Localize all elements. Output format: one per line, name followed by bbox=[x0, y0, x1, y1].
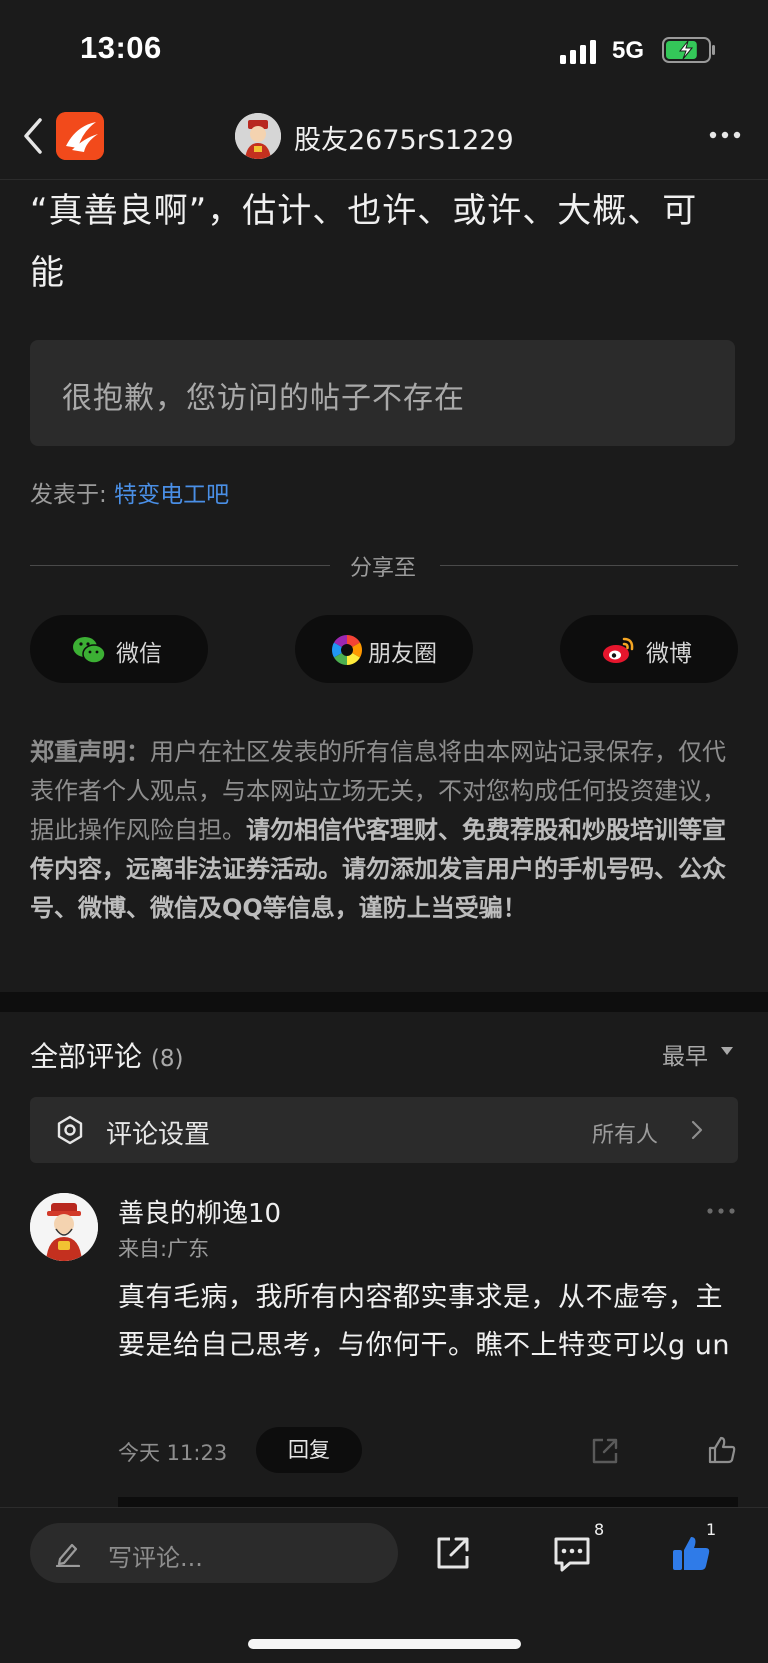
share-to-label: 分享至 bbox=[350, 556, 417, 581]
back-chevron-icon[interactable] bbox=[18, 114, 48, 158]
sub-reply-block bbox=[118, 1497, 738, 1507]
share-weibo-label: 微博 bbox=[646, 641, 692, 667]
share-weibo-button[interactable]: 微博 bbox=[560, 615, 738, 683]
section-divider bbox=[0, 992, 768, 1012]
comment-more-icon[interactable] bbox=[706, 1207, 736, 1215]
commenter-location: 来自:广东 bbox=[118, 1237, 210, 1261]
wechat-icon bbox=[73, 637, 106, 664]
commenter-avatar[interactable] bbox=[30, 1193, 98, 1261]
share-icon[interactable] bbox=[434, 1534, 472, 1572]
share-moments-button[interactable]: 朋友圈 bbox=[295, 615, 473, 683]
share-wechat-button[interactable]: 微信 bbox=[30, 615, 208, 683]
comment-settings-label: 评论设置 bbox=[106, 1120, 211, 1150]
network-type: 5G bbox=[612, 37, 645, 64]
disclaimer: 郑重声明：用户在社区发表的所有信息将由本网站记录保存，仅代表作者个人观点，与本网… bbox=[30, 733, 740, 928]
comments-icon[interactable] bbox=[552, 1535, 592, 1573]
comment-time: 今天 11:23 bbox=[118, 1441, 228, 1465]
comments-count-badge: 8 bbox=[594, 1520, 605, 1539]
more-options-icon[interactable] bbox=[708, 130, 742, 140]
share-wechat-label: 微信 bbox=[116, 641, 162, 667]
caishen-avatar-icon bbox=[235, 113, 281, 159]
nav-bar: 股友2675rS1229 bbox=[0, 100, 768, 180]
post-body-text: “真善良啊”，估计、也许、或许、大概、可能 bbox=[30, 191, 698, 293]
bottom-action-bar: 写评论... 8 1 bbox=[0, 1507, 768, 1663]
nav-title: 股友2675rS1229 bbox=[294, 125, 514, 156]
signal-icon bbox=[560, 40, 596, 64]
caret-down-icon[interactable] bbox=[721, 1047, 733, 1055]
comment-settings-row[interactable]: 评论设置 所有人 bbox=[30, 1097, 738, 1163]
author-avatar[interactable] bbox=[235, 113, 281, 159]
quoted-post-not-found[interactable]: 很抱歉，您访问的帖子不存在 bbox=[30, 340, 735, 446]
home-indicator bbox=[248, 1639, 521, 1649]
thumbs-up-icon[interactable] bbox=[706, 1434, 738, 1466]
write-comment-placeholder: 写评论... bbox=[108, 1544, 203, 1572]
disclaimer-title: 郑重声明： bbox=[30, 738, 150, 766]
moments-icon bbox=[331, 635, 363, 665]
not-found-message: 很抱歉，您访问的帖子不存在 bbox=[62, 381, 465, 416]
status-time: 13:06 bbox=[80, 30, 162, 65]
stock-bar-link[interactable]: 特变电工吧 bbox=[114, 482, 229, 508]
likes-count-badge: 1 bbox=[706, 1520, 717, 1539]
caishen-avatar-icon bbox=[30, 1193, 98, 1261]
share-moments-label: 朋友圈 bbox=[368, 641, 437, 667]
reply-button[interactable]: 回复 bbox=[256, 1427, 362, 1473]
posted-in: 发表于: 特变电工吧 bbox=[30, 475, 229, 509]
sort-dropdown[interactable]: 最早 bbox=[662, 1037, 708, 1071]
battery-icon bbox=[662, 37, 715, 63]
comments-title: 全部评论 bbox=[30, 1040, 143, 1073]
share-icon[interactable] bbox=[590, 1436, 620, 1466]
write-comment-input[interactable]: 写评论... bbox=[30, 1523, 398, 1583]
pen-icon bbox=[55, 1543, 81, 1567]
comment-settings-value: 所有人 bbox=[592, 1123, 659, 1148]
divider bbox=[30, 565, 330, 566]
divider bbox=[440, 565, 738, 566]
comments-count: (8) bbox=[150, 1046, 184, 1072]
posted-in-label: 发表于: bbox=[30, 482, 115, 508]
status-bar: 13:06 5G bbox=[0, 0, 768, 100]
app-logo-icon[interactable] bbox=[56, 112, 104, 160]
gear-icon bbox=[57, 1115, 83, 1145]
commenter-name[interactable]: 善良的柳逸10 bbox=[118, 1193, 281, 1230]
weibo-icon bbox=[603, 637, 634, 663]
chevron-right-icon bbox=[691, 1120, 703, 1140]
comments-header: 全部评论 (8) bbox=[30, 1035, 184, 1075]
comment-text: 真有毛病，我所有内容都实事求是，从不虚夸，主要是给自己思考，与你何干。瞧不上特变… bbox=[118, 1282, 730, 1361]
